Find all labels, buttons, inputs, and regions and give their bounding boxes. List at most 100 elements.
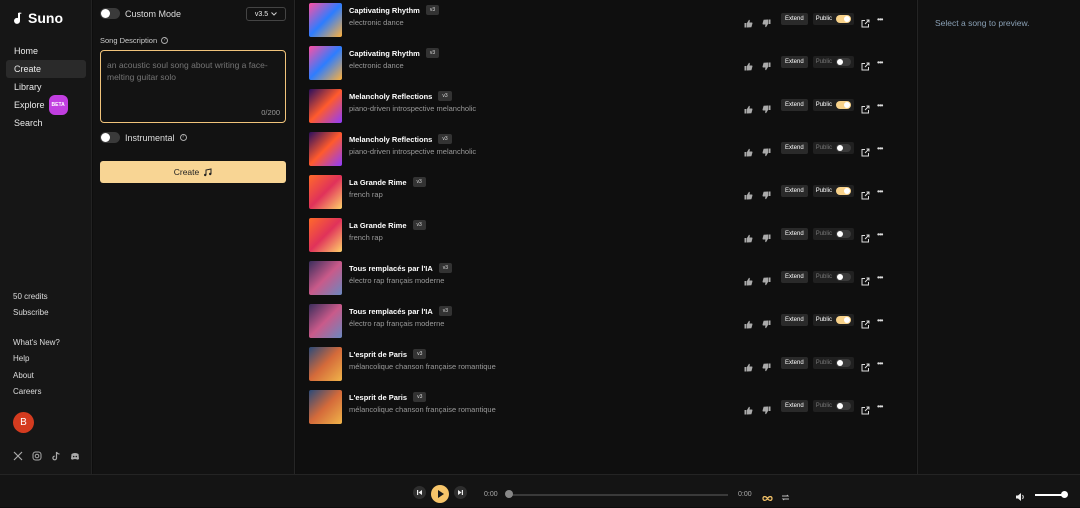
nav-create[interactable]: Create bbox=[6, 60, 86, 78]
thumbs-down-icon[interactable] bbox=[762, 273, 771, 285]
song-row[interactable]: La Grande Rime v3 french rap Extend Publ… bbox=[309, 216, 909, 252]
song-row[interactable]: Melancholy Reflections v3 piano-driven i… bbox=[309, 130, 909, 166]
help-icon[interactable]: ? bbox=[161, 37, 169, 44]
more-options-icon[interactable]: ••• bbox=[877, 58, 883, 67]
extend-button[interactable]: Extend bbox=[781, 357, 808, 369]
tiktok-icon[interactable] bbox=[51, 448, 61, 461]
public-toggle-group[interactable]: Public bbox=[812, 142, 855, 154]
share-icon[interactable] bbox=[861, 101, 870, 113]
thumbs-down-icon[interactable] bbox=[762, 316, 771, 328]
public-toggle[interactable] bbox=[836, 144, 852, 152]
extend-button[interactable]: Extend bbox=[781, 185, 808, 197]
thumbs-down-icon[interactable] bbox=[762, 58, 771, 70]
extend-button[interactable]: Extend bbox=[781, 142, 808, 154]
nav-search[interactable]: Search bbox=[6, 114, 86, 132]
more-options-icon[interactable]: ••• bbox=[877, 187, 883, 196]
thumbs-up-icon[interactable] bbox=[744, 359, 753, 371]
share-icon[interactable] bbox=[861, 402, 870, 414]
song-cover-art[interactable] bbox=[309, 89, 342, 123]
song-cover-art[interactable] bbox=[309, 347, 342, 381]
song-title[interactable]: L'esprit de Paris bbox=[349, 393, 407, 402]
public-toggle-group[interactable]: Public bbox=[812, 185, 855, 197]
public-toggle[interactable] bbox=[836, 15, 852, 23]
song-title[interactable]: Tous remplacés par l'IA bbox=[349, 264, 433, 273]
more-options-icon[interactable]: ••• bbox=[877, 15, 883, 24]
extend-button[interactable]: Extend bbox=[781, 228, 808, 240]
song-cover-art[interactable] bbox=[309, 175, 342, 209]
share-icon[interactable] bbox=[861, 230, 870, 242]
more-options-icon[interactable]: ••• bbox=[877, 230, 883, 239]
song-title[interactable]: Captivating Rhythm bbox=[349, 6, 420, 15]
song-title[interactable]: La Grande Rime bbox=[349, 221, 407, 230]
song-row[interactable]: L'esprit de Paris v3 mélancolique chanso… bbox=[309, 388, 909, 424]
thumbs-up-icon[interactable] bbox=[744, 58, 753, 70]
more-options-icon[interactable]: ••• bbox=[877, 402, 883, 411]
shuffle-icon[interactable] bbox=[781, 489, 790, 507]
extend-button[interactable]: Extend bbox=[781, 271, 808, 283]
thumbs-down-icon[interactable] bbox=[762, 15, 771, 27]
loop-infinity-icon[interactable] bbox=[762, 489, 773, 507]
public-toggle-group[interactable]: Public bbox=[812, 400, 855, 412]
extend-button[interactable]: Extend bbox=[781, 56, 808, 68]
public-toggle[interactable] bbox=[836, 101, 852, 109]
nav-library[interactable]: Library bbox=[6, 78, 86, 96]
nav-explore[interactable]: Explore BETA bbox=[6, 95, 86, 115]
song-cover-art[interactable] bbox=[309, 261, 342, 295]
discord-icon[interactable] bbox=[70, 448, 80, 460]
public-toggle-group[interactable]: Public bbox=[812, 314, 855, 326]
play-button[interactable] bbox=[431, 485, 449, 503]
song-cover-art[interactable] bbox=[309, 390, 342, 424]
share-icon[interactable] bbox=[861, 144, 870, 156]
thumbs-up-icon[interactable] bbox=[744, 316, 753, 328]
thumbs-down-icon[interactable] bbox=[762, 402, 771, 414]
song-cover-art[interactable] bbox=[309, 132, 342, 166]
public-toggle[interactable] bbox=[836, 316, 852, 324]
song-row[interactable]: Melancholy Reflections v3 piano-driven i… bbox=[309, 87, 909, 123]
thumbs-down-icon[interactable] bbox=[762, 187, 771, 199]
previous-button[interactable] bbox=[413, 486, 426, 499]
suno-logo[interactable]: Suno bbox=[13, 10, 63, 26]
share-icon[interactable] bbox=[861, 359, 870, 371]
more-options-icon[interactable]: ••• bbox=[877, 101, 883, 110]
instagram-icon[interactable] bbox=[32, 448, 42, 461]
seek-knob[interactable] bbox=[505, 490, 513, 498]
thumbs-up-icon[interactable] bbox=[744, 402, 753, 414]
model-version-select[interactable]: v3.5 bbox=[246, 7, 286, 21]
public-toggle[interactable] bbox=[836, 187, 852, 195]
song-row[interactable]: Tous remplacés par l'IA v3 électro rap f… bbox=[309, 259, 909, 295]
song-cover-art[interactable] bbox=[309, 46, 342, 80]
more-options-icon[interactable]: ••• bbox=[877, 144, 883, 153]
next-button[interactable] bbox=[454, 486, 467, 499]
song-cover-art[interactable] bbox=[309, 3, 342, 37]
more-options-icon[interactable]: ••• bbox=[877, 359, 883, 368]
public-toggle[interactable] bbox=[836, 402, 852, 410]
song-title[interactable]: L'esprit de Paris bbox=[349, 350, 407, 359]
public-toggle-group[interactable]: Public bbox=[812, 357, 855, 369]
public-toggle-group[interactable]: Public bbox=[812, 271, 855, 283]
public-toggle[interactable] bbox=[836, 58, 852, 66]
more-options-icon[interactable]: ••• bbox=[877, 273, 883, 282]
nav-home[interactable]: Home bbox=[6, 42, 86, 60]
song-title[interactable]: Tous remplacés par l'IA bbox=[349, 307, 433, 316]
extend-button[interactable]: Extend bbox=[781, 13, 808, 25]
help-link[interactable]: Help bbox=[13, 354, 29, 363]
song-row[interactable]: Captivating Rhythm v3 electronic dance E… bbox=[309, 1, 909, 37]
thumbs-up-icon[interactable] bbox=[744, 101, 753, 113]
about-link[interactable]: About bbox=[13, 371, 34, 380]
song-row[interactable]: L'esprit de Paris v3 mélancolique chanso… bbox=[309, 345, 909, 381]
thumbs-up-icon[interactable] bbox=[744, 15, 753, 27]
song-row[interactable]: Captivating Rhythm v3 electronic dance E… bbox=[309, 44, 909, 80]
public-toggle-group[interactable]: Public bbox=[812, 13, 855, 25]
share-icon[interactable] bbox=[861, 58, 870, 70]
whats-new-link[interactable]: What's New? bbox=[13, 338, 60, 347]
song-title[interactable]: Melancholy Reflections bbox=[349, 92, 432, 101]
thumbs-down-icon[interactable] bbox=[762, 101, 771, 113]
thumbs-down-icon[interactable] bbox=[762, 359, 771, 371]
song-title[interactable]: Melancholy Reflections bbox=[349, 135, 432, 144]
thumbs-up-icon[interactable] bbox=[744, 144, 753, 156]
careers-link[interactable]: Careers bbox=[13, 387, 41, 396]
thumbs-down-icon[interactable] bbox=[762, 144, 771, 156]
extend-button[interactable]: Extend bbox=[781, 99, 808, 111]
song-description-input[interactable] bbox=[107, 59, 275, 103]
avatar[interactable]: B bbox=[13, 412, 34, 433]
